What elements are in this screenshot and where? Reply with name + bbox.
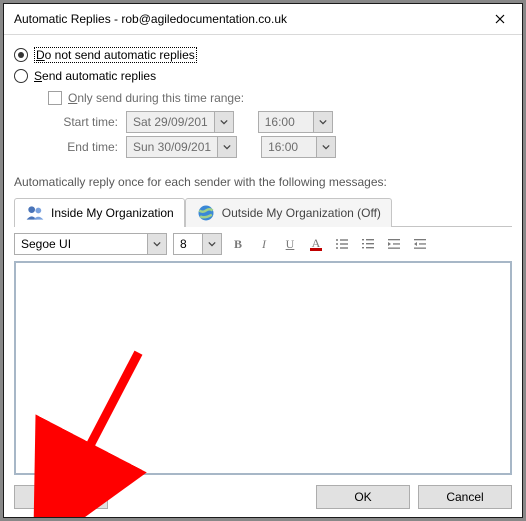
outdent-button[interactable] [384, 234, 404, 254]
tab-label: Outside My Organization (Off) [222, 206, 381, 220]
chevron-down-icon [313, 112, 332, 132]
send-radio[interactable]: Send automatic replies [14, 69, 512, 83]
titlebar: Automatic Replies - rob@agiledocumentati… [4, 4, 522, 35]
time-range-block: Only send during this time range: Start … [48, 91, 512, 161]
numbered-list-button[interactable] [358, 234, 378, 254]
bottom-bar: Rules... OK Cancel [14, 485, 512, 509]
chevron-down-icon [214, 112, 233, 132]
radio-label: Send automatic replies [34, 69, 156, 83]
automatic-replies-dialog: Automatic Replies - rob@agiledocumentati… [3, 3, 523, 518]
checkbox-icon [48, 91, 62, 105]
start-time-row: Start time: Sat 29/09/201 16:00 [48, 111, 512, 133]
radio-label: Do not send automatic replies [34, 47, 197, 63]
indent-button[interactable] [410, 234, 430, 254]
end-time-label: End time: [48, 140, 126, 154]
window-title: Automatic Replies - rob@agiledocumentati… [14, 12, 478, 26]
end-time-row: End time: Sun 30/09/201 16:00 [48, 136, 512, 158]
tab-inside-org[interactable]: Inside My Organization [14, 198, 185, 227]
outdent-icon [387, 237, 401, 251]
indent-icon [413, 237, 427, 251]
dialog-content: Do not send automatic replies Send autom… [4, 35, 522, 517]
do-not-send-radio[interactable]: Do not send automatic replies [14, 47, 512, 63]
ok-button[interactable]: OK [316, 485, 410, 509]
chevron-down-icon [217, 137, 236, 157]
tab-outside-org[interactable]: Outside My Organization (Off) [185, 198, 392, 227]
people-icon [25, 203, 45, 223]
font-size-combo[interactable]: 8 [173, 233, 222, 255]
close-icon [495, 14, 505, 24]
underline-button[interactable]: U [280, 234, 300, 254]
font-combo[interactable]: Segoe UI [14, 233, 167, 255]
bullet-list-icon [335, 237, 349, 251]
italic-button[interactable]: I [254, 234, 274, 254]
checkbox-label: Only send during this time range: [68, 91, 244, 105]
start-time-label: Start time: [48, 115, 126, 129]
end-date-combo[interactable]: Sun 30/09/201 [126, 136, 237, 158]
end-time-combo[interactable]: 16:00 [261, 136, 336, 158]
tab-label: Inside My Organization [51, 206, 174, 220]
close-button[interactable] [478, 4, 522, 34]
cancel-button[interactable]: Cancel [418, 485, 512, 509]
start-date-combo[interactable]: Sat 29/09/201 [126, 111, 234, 133]
font-color-button[interactable]: A [306, 234, 326, 254]
chevron-down-icon [316, 137, 335, 157]
only-send-checkbox[interactable]: Only send during this time range: [48, 91, 512, 105]
radio-icon [14, 48, 28, 62]
start-time-combo[interactable]: 16:00 [258, 111, 333, 133]
radio-icon [14, 69, 28, 83]
message-editor[interactable] [14, 261, 512, 475]
format-toolbar: Segoe UI 8 B I U A [14, 233, 512, 255]
bullet-list-button[interactable] [332, 234, 352, 254]
chevron-down-icon [147, 234, 166, 254]
numbered-list-icon [361, 237, 375, 251]
bold-button[interactable]: B [228, 234, 248, 254]
globe-icon [196, 203, 216, 223]
tab-strip: Inside My Organization Outside My Organi… [14, 197, 512, 227]
chevron-down-icon [202, 234, 221, 254]
info-text: Automatically reply once for each sender… [14, 175, 512, 189]
rules-button[interactable]: Rules... [14, 485, 108, 509]
